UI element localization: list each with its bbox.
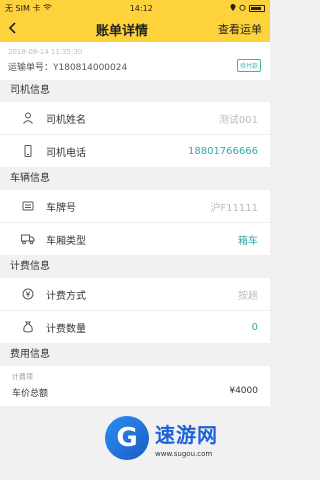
carrier-label: 无 SIM 卡 bbox=[5, 3, 41, 13]
driver-phone-value[interactable]: 18801766666 bbox=[188, 146, 258, 157]
location-icon bbox=[230, 3, 236, 13]
view-waybill-button[interactable]: 查看运单 bbox=[218, 21, 262, 37]
fee-total-row: 车价总额 ¥4000 bbox=[12, 386, 258, 399]
plate-value: 沪F11111 bbox=[210, 202, 258, 214]
driver-name-value: 测试001 bbox=[218, 114, 258, 126]
driver-name-row: 司机姓名 测试001 bbox=[0, 102, 270, 135]
driver-section-title: 司机信息 bbox=[10, 85, 50, 96]
fee-total-label: 车价总额 bbox=[12, 389, 49, 399]
waybill-card: 2018-08-14 11:35:30 运输单号：Y180814000024 待… bbox=[0, 42, 270, 80]
back-chevron-icon[interactable] bbox=[8, 21, 26, 37]
person-icon bbox=[20, 110, 36, 126]
watermark-brand: 速游网 bbox=[155, 422, 218, 447]
driver-phone-label: 司机电话 bbox=[46, 147, 86, 159]
alarm-icon bbox=[239, 4, 246, 13]
fee-item-header: 计费项 bbox=[12, 373, 33, 381]
driver-name-label: 司机姓名 bbox=[46, 114, 86, 126]
plate-label: 车牌号 bbox=[46, 202, 76, 214]
carriage-type-label: 车厢类型 bbox=[46, 235, 86, 247]
watermark-url: www.sugou.com bbox=[155, 449, 213, 458]
wifi-icon bbox=[43, 3, 53, 13]
billing-quantity-row: 计费数量 0 bbox=[0, 311, 270, 344]
billing-quantity-label: 计费数量 bbox=[46, 323, 86, 335]
billing-method-label: 计费方式 bbox=[46, 290, 86, 302]
status-badge: 待付款 bbox=[236, 59, 261, 72]
carriage-type-value: 箱车 bbox=[238, 235, 258, 247]
page-title: 账单详情 bbox=[95, 23, 148, 39]
driver-phone-row[interactable]: 司机电话 18801766666 bbox=[0, 135, 270, 168]
waybill-date: 2018-08-14 11:35:30 bbox=[8, 48, 83, 56]
fee-total-value: ¥4000 bbox=[229, 386, 258, 396]
billing-method-value: 按趟 bbox=[238, 290, 258, 302]
billing-section-title: 计费信息 bbox=[10, 261, 50, 272]
truck-icon bbox=[20, 231, 36, 247]
money-bag-icon bbox=[20, 319, 36, 335]
fee-section-title: 费用信息 bbox=[10, 349, 50, 360]
watermark-logo: G 速游网 www.sugou.com bbox=[105, 408, 265, 468]
vehicle-section-title: 车辆信息 bbox=[10, 173, 50, 184]
plate-icon bbox=[20, 198, 36, 214]
yen-coin-icon bbox=[20, 286, 36, 302]
battery-icon bbox=[249, 4, 265, 12]
waybill-number: 运输单号：Y180814000024 bbox=[8, 63, 128, 73]
nav-bar: 账单详情 查看运单 bbox=[0, 16, 270, 42]
fee-card: 计费项 车价总额 ¥4000 bbox=[0, 366, 270, 406]
watermark-logo-mark-icon: G bbox=[105, 416, 149, 460]
clock: 14:12 bbox=[129, 3, 153, 13]
billing-quantity-value: 0 bbox=[251, 321, 258, 333]
billing-method-row: 计费方式 按趟 bbox=[0, 278, 270, 311]
plate-row: 车牌号 沪F11111 bbox=[0, 190, 270, 223]
phone-icon bbox=[20, 143, 36, 159]
status-bar: 无 SIM 卡 14:12 bbox=[0, 0, 270, 16]
carriage-type-row: 车厢类型 箱车 bbox=[0, 223, 270, 256]
